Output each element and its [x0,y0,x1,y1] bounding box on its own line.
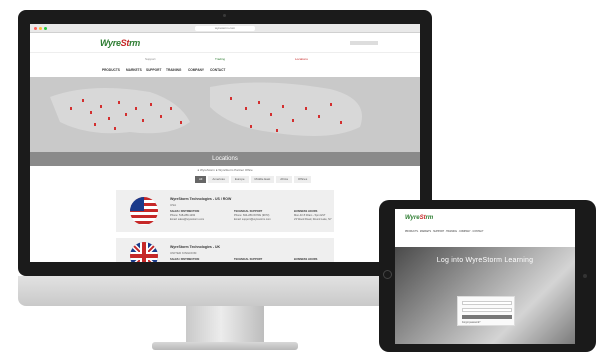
utility-bar: Support Trading Locations [30,53,420,65]
map-pin-icon[interactable] [114,127,116,130]
map-landmass [210,82,362,136]
home-button-icon[interactable] [383,270,392,279]
tab-africa[interactable]: Africa [276,176,292,183]
nav-support[interactable]: SUPPORT [146,68,161,72]
address-bar[interactable]: wyrestorm.com [195,26,255,31]
map-pin-icon[interactable] [276,129,278,132]
browser-toolbar: wyrestorm.com [30,24,420,33]
desktop-screen: wyrestorm.com WyreStrm Support Trading L… [30,24,420,262]
map-pin-icon[interactable] [245,107,247,110]
map-pin-icon[interactable] [282,105,284,108]
map-pin-icon[interactable] [118,101,120,104]
map-pin-icon[interactable] [94,123,96,126]
password-input[interactable] [462,308,512,312]
map-pin-icon[interactable] [292,119,294,122]
nav-markets[interactable]: MARKETS [126,68,142,72]
header-search-input[interactable] [350,41,378,45]
map-pin-icon[interactable] [82,99,84,102]
tab-offices[interactable]: Offices [293,176,312,183]
map-pin-icon[interactable] [125,113,127,116]
tablet-nav[interactable]: PRODUCTS · MARKETS · SUPPORT · TRAINING … [405,231,483,233]
support-column: TECHNICAL SUPPORT [234,258,263,261]
username-input[interactable] [462,301,512,305]
login-form: Forgot password? [457,296,515,326]
card-title: WyreStorm Technologies - UK [170,245,221,249]
sales-column: SALES / DISTRIBUTION Phone: 518-289-1293 E… [170,210,205,221]
utility-link-support[interactable]: Support [145,57,156,61]
nav-contact[interactable]: CONTACT [210,68,225,72]
region-tabs: All Americas Europe Middle East Africa Office… [195,176,313,184]
map-pin-icon[interactable] [90,111,92,114]
tablet-screen: WyreStrm PRODUCTS · MARKETS · SUPPORT · … [395,209,575,344]
map-pin-icon[interactable] [340,121,342,124]
site-header: WyreStrm [30,33,420,53]
close-window-icon[interactable] [34,27,37,30]
map-pin-icon[interactable] [100,105,102,108]
nav-products[interactable]: PRODUCTS [102,68,120,72]
product-mockup-scene: wyrestorm.com WyreStrm Support Trading L… [0,0,600,354]
tab-all[interactable]: All [195,176,207,183]
location-card-us[interactable]: WyreStorm Technologies - US / ROW USA SA… [116,190,334,232]
forgot-password-link[interactable]: Forgot password? [462,322,480,324]
map-pin-icon[interactable] [180,121,182,124]
site-logo[interactable]: WyreStrm [100,38,140,48]
hours-column: BUSINESS HOURS [294,258,318,261]
hours-column: BUSINESS HOURS Mon-Fri 8:30am - 5pm EST 23… [294,210,332,221]
map-pin-icon[interactable] [142,119,144,122]
uk-flag-icon [130,242,158,262]
locations-heading: Locations [30,152,420,166]
login-button[interactable] [462,315,512,319]
map-pin-icon[interactable] [150,103,152,106]
map-pin-icon[interactable] [330,103,332,106]
monitor-base [152,342,298,350]
map-pin-icon[interactable] [230,97,232,100]
monitor-stand [186,306,264,346]
minimize-window-icon[interactable] [39,27,42,30]
map-legend: ● WyreStorm ● WyreStorm Partner Office [197,168,253,172]
tablet-site-logo[interactable]: WyreStrm [405,215,433,221]
map-pin-icon[interactable] [318,115,320,118]
tab-europe[interactable]: Europe [230,176,249,183]
utility-link-trading[interactable]: Trading [215,57,225,61]
map-pin-icon[interactable] [108,117,110,120]
map-pin-icon[interactable] [170,107,172,110]
sales-column: SALES / DISTRIBUTION [170,258,200,261]
tab-americas[interactable]: Americas [208,176,229,183]
nav-company[interactable]: COMPANY [188,68,204,72]
map-pin-icon[interactable] [70,107,72,110]
monitor-chin [18,276,432,306]
map-pin-icon[interactable] [258,101,260,104]
utility-link-locations[interactable]: Locations [295,57,308,61]
map-svg [50,82,362,136]
support-column: TECHNICAL SUPPORT Phone: 844-280-WYRE (99… [234,210,271,221]
card-country: UNITED KINGDOM [170,251,197,255]
map-pin-icon[interactable] [160,115,162,118]
zoom-window-icon[interactable] [44,27,47,30]
tablet-camera-icon [583,274,587,278]
map-pin-icon[interactable] [305,107,307,110]
nav-training[interactable]: TRAINING [166,68,181,72]
tab-middle-east[interactable]: Middle East [250,176,275,183]
map-pin-icon[interactable] [250,125,252,128]
webcam-icon [223,14,226,17]
main-nav: PRODUCTS MARKETS SUPPORT TRAINING COMPAN… [30,65,420,77]
map-landmass [50,88,190,134]
desktop-monitor: wyrestorm.com WyreStrm Support Trading L… [18,10,432,276]
map-pin-icon[interactable] [135,107,137,110]
hero-title: Log into WyreStorm Learning [436,257,534,264]
location-card-uk[interactable]: WyreStorm Technologies - UK UNITED KINGD… [116,238,334,262]
map-pin-icon[interactable] [270,113,272,116]
us-flag-icon [130,197,158,225]
card-title: WyreStorm Technologies - US / ROW [170,197,232,201]
learning-hero: Log into WyreStorm Learning Forgot passw… [395,247,575,344]
card-country: USA [170,203,177,207]
tablet-device: WyreStrm PRODUCTS · MARKETS · SUPPORT · … [379,200,596,352]
locations-map[interactable] [30,77,420,152]
